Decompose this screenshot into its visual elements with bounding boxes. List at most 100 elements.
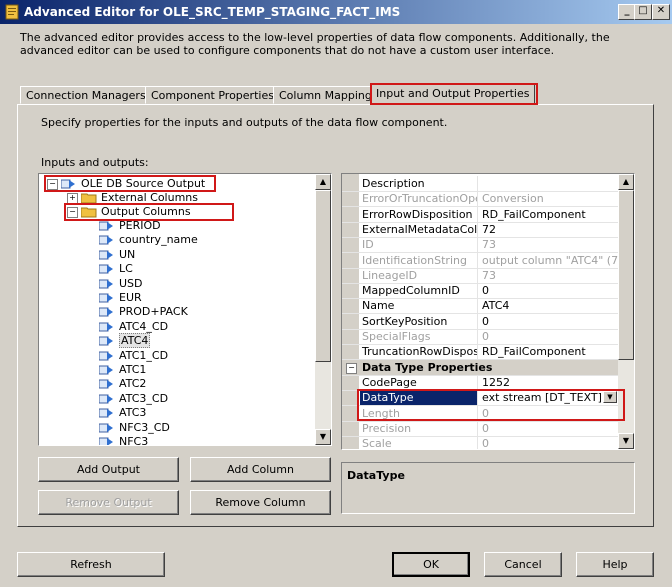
tree-column-item[interactable]: ATC1 bbox=[99, 363, 146, 377]
property-row[interactable]: LineageID 73 bbox=[342, 267, 618, 284]
tree-output-columns[interactable]: − Output Columns bbox=[67, 205, 191, 219]
app-icon bbox=[5, 4, 19, 20]
output-icon bbox=[61, 179, 75, 189]
tree-column-label: ATC1_CD bbox=[119, 348, 169, 362]
property-row[interactable]: ErrorRowDisposition RD_FailComponent bbox=[342, 206, 618, 223]
property-value[interactable]: ATC4 bbox=[479, 298, 618, 313]
property-row[interactable]: Precision 0 bbox=[342, 420, 618, 437]
property-row[interactable]: SpecialFlags 0 bbox=[342, 329, 618, 345]
property-value[interactable]: 73 bbox=[479, 237, 618, 252]
property-grid[interactable]: Description ErrorOrTruncationOpe Conversio… bbox=[341, 173, 635, 450]
tree-column-item[interactable]: PERIOD bbox=[99, 219, 161, 233]
property-category[interactable]: − Data Type Properties bbox=[342, 359, 618, 376]
property-name: Length bbox=[360, 405, 478, 421]
scroll-thumb[interactable] bbox=[315, 190, 331, 362]
maximize-button[interactable]: □ bbox=[634, 4, 652, 20]
scroll-down-icon[interactable]: ▼ bbox=[315, 429, 331, 445]
tree-column-item[interactable]: EUR bbox=[99, 291, 142, 305]
property-value[interactable]: 0 bbox=[479, 283, 618, 298]
collapse-icon[interactable]: − bbox=[346, 362, 357, 374]
ok-button[interactable]: OK bbox=[392, 552, 470, 577]
close-button[interactable]: ✕ bbox=[652, 4, 670, 20]
add-output-button[interactable]: Add Output bbox=[38, 457, 179, 482]
scroll-up-icon[interactable]: ▲ bbox=[315, 174, 331, 190]
tab-connection-managers[interactable]: Connection Managers bbox=[20, 86, 152, 104]
add-column-button[interactable]: Add Column bbox=[190, 457, 331, 482]
property-row[interactable]: ErrorOrTruncationOpe Conversion bbox=[342, 191, 618, 208]
property-value[interactable]: 0 bbox=[479, 421, 618, 436]
property-value[interactable]: Conversion bbox=[479, 191, 618, 206]
tree-root-label: OLE DB Source Output bbox=[81, 177, 206, 190]
property-value[interactable]: 0 bbox=[479, 436, 618, 449]
collapse-icon[interactable]: − bbox=[67, 206, 78, 218]
column-icon bbox=[99, 423, 113, 433]
tab-column-mappings[interactable]: Column Mappings bbox=[273, 86, 384, 104]
expand-icon[interactable]: + bbox=[67, 192, 78, 204]
property-value[interactable]: 0 bbox=[479, 314, 618, 329]
property-row[interactable]: Length 0 bbox=[342, 405, 618, 422]
tree-column-item[interactable]: ATC1_CD bbox=[99, 349, 168, 363]
column-icon bbox=[99, 336, 113, 346]
property-name: Description bbox=[360, 176, 478, 191]
tab-component-properties[interactable]: Component Properties bbox=[145, 86, 280, 104]
inputs-outputs-tree[interactable]: − OLE DB Source Output + External Columns … bbox=[38, 173, 332, 446]
tree-scrollbar[interactable]: ▲ ▼ bbox=[315, 174, 331, 445]
tree-column-item[interactable]: country_name bbox=[99, 233, 198, 247]
help-button[interactable]: Help bbox=[576, 552, 654, 577]
tree-column-item[interactable]: NFC3_CD bbox=[99, 421, 170, 435]
property-row[interactable]: DataType ext stream [DT_TEXT] ▼ bbox=[342, 390, 618, 407]
tab-input-output-properties[interactable]: Input and Output Properties bbox=[370, 83, 536, 105]
collapse-icon[interactable]: − bbox=[47, 178, 58, 190]
tree-external-columns[interactable]: + External Columns bbox=[67, 191, 198, 205]
property-value[interactable] bbox=[479, 176, 618, 191]
tree-column-item[interactable]: LC bbox=[99, 262, 133, 276]
property-name: SortKeyPosition bbox=[360, 313, 478, 329]
column-icon bbox=[99, 264, 113, 274]
dropdown-icon[interactable]: ▼ bbox=[603, 391, 617, 404]
property-row[interactable]: Scale 0 bbox=[342, 436, 618, 449]
property-row[interactable]: SortKeyPosition 0 bbox=[342, 313, 618, 330]
tree-column-item[interactable]: UN bbox=[99, 248, 135, 262]
property-value[interactable]: RD_FailComponent bbox=[479, 344, 618, 359]
property-value[interactable]: 0 bbox=[479, 406, 618, 421]
property-value[interactable]: 1252 bbox=[479, 375, 618, 390]
cancel-button[interactable]: Cancel bbox=[484, 552, 562, 577]
tree-column-item[interactable]: ATC4_CD bbox=[99, 320, 168, 334]
property-row[interactable]: TruncationRowDisposit RD_FailComponent bbox=[342, 344, 618, 361]
scroll-thumb[interactable] bbox=[618, 190, 634, 360]
tree-column-item[interactable]: ATC3_CD bbox=[99, 392, 168, 406]
scroll-up-icon[interactable]: ▲ bbox=[618, 174, 634, 190]
tree-column-item[interactable]: NFC3 bbox=[99, 435, 148, 445]
property-row[interactable]: CodePage 1252 bbox=[342, 374, 618, 391]
column-icon bbox=[99, 408, 113, 418]
tree-column-item[interactable]: PROD+PACK bbox=[99, 305, 188, 319]
tree-column-label: PERIOD bbox=[119, 219, 161, 232]
tree-column-item[interactable]: ATC3 bbox=[99, 406, 146, 420]
property-row[interactable]: ExternalMetadataColu 72 bbox=[342, 221, 618, 238]
property-value[interactable]: ext stream [DT_TEXT] bbox=[479, 390, 603, 405]
property-row[interactable]: IdentificationString output column "ATC4"… bbox=[342, 252, 618, 269]
tree-column-label: USD bbox=[119, 276, 143, 290]
property-row[interactable]: Description bbox=[342, 176, 618, 192]
property-row[interactable]: Name ATC4 bbox=[342, 298, 618, 315]
property-value[interactable]: 72 bbox=[479, 222, 618, 237]
tree-root[interactable]: − OLE DB Source Output bbox=[47, 177, 205, 191]
remove-output-button[interactable]: Remove Output bbox=[38, 490, 179, 515]
tree-column-item[interactable]: USD bbox=[99, 277, 143, 291]
property-row[interactable]: MappedColumnID 0 bbox=[342, 283, 618, 300]
refresh-button[interactable]: Refresh bbox=[17, 552, 165, 577]
property-value[interactable]: 73 bbox=[479, 268, 618, 283]
scroll-down-icon[interactable]: ▼ bbox=[618, 433, 634, 449]
property-row[interactable]: ID 73 bbox=[342, 237, 618, 254]
grid-scrollbar[interactable]: ▲ ▼ bbox=[618, 174, 634, 449]
property-name: SpecialFlags bbox=[360, 329, 478, 344]
title-bar[interactable]: Advanced Editor for OLE_SRC_TEMP_STAGING… bbox=[0, 0, 672, 24]
tree-column-item[interactable]: ATC4 bbox=[99, 333, 151, 349]
tree-column-item[interactable]: ATC2 bbox=[99, 377, 146, 391]
tree-column-label: ATC2 bbox=[119, 377, 147, 391]
remove-column-button[interactable]: Remove Column bbox=[190, 490, 331, 515]
property-value[interactable]: RD_FailComponent bbox=[479, 207, 618, 222]
tree-column-label: ATC3_CD bbox=[119, 391, 169, 405]
property-value[interactable]: output column "ATC4" (73 bbox=[479, 253, 618, 268]
property-value[interactable]: 0 bbox=[479, 329, 618, 344]
